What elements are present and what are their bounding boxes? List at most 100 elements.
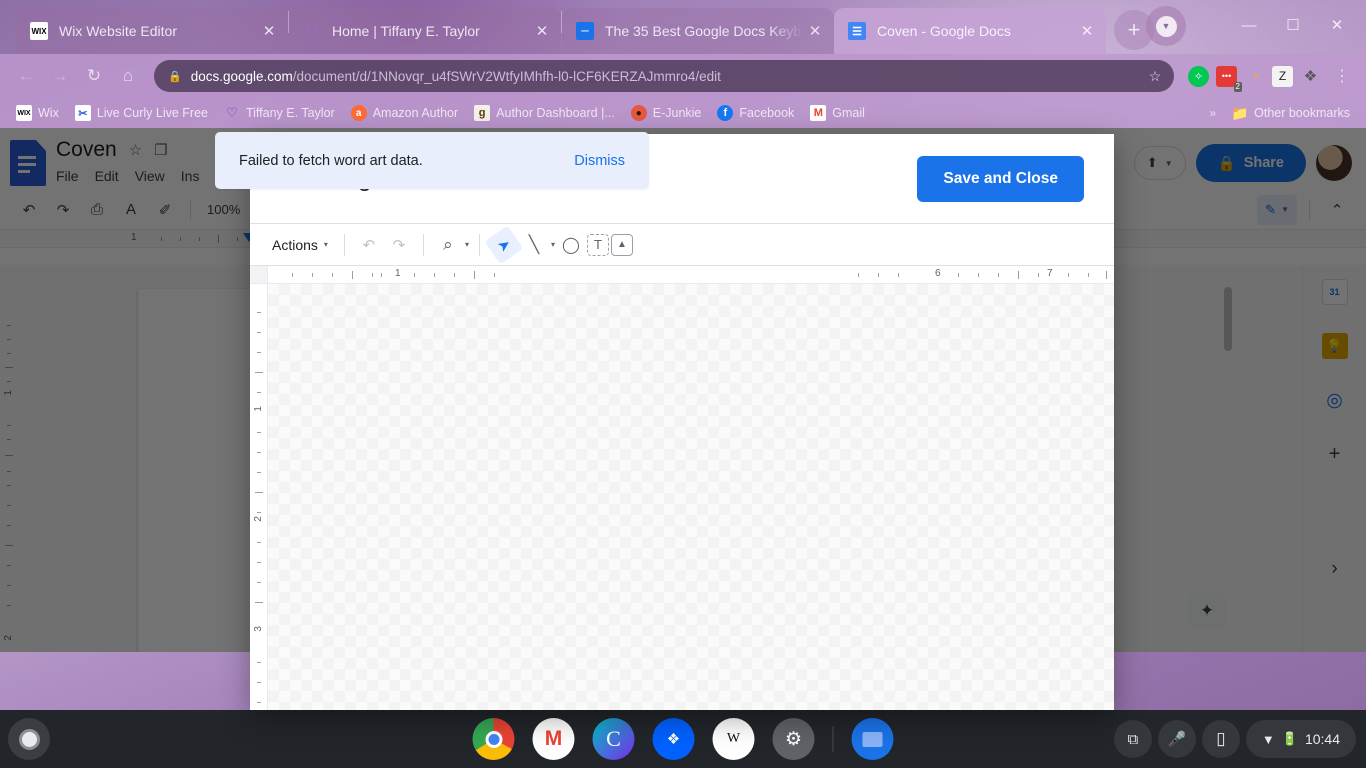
bookmarks-bar: WIX Wix ✂ Live Curly Live Free ♡ Tiffany…: [0, 98, 1366, 128]
wix-icon: WIX: [30, 22, 48, 40]
url-text: docs.google.com/document/d/1NNovqr_u4fSW…: [191, 69, 1142, 84]
dismiss-button[interactable]: Dismiss: [574, 153, 625, 169]
launcher-icon[interactable]: [8, 718, 50, 760]
line-tool-icon[interactable]: ╲: [520, 231, 548, 259]
zoom-chevron-down-icon[interactable]: ▾: [465, 240, 469, 249]
drawing-dialog: Drawing Save and Close Actions ▾ ↶ ↷ ⌕ ▾…: [250, 134, 1114, 710]
save-and-close-button[interactable]: Save and Close: [917, 155, 1084, 202]
zotero-extension-icon[interactable]: Z: [1272, 65, 1293, 87]
ruler-number: 2: [253, 516, 264, 522]
bookmark-other-bookmarks[interactable]: 📁 Other bookmarks: [1224, 102, 1358, 124]
chat-extension-icon[interactable]: ••• 2: [1216, 65, 1242, 92]
bookmarks-overflow-icon[interactable]: »: [1205, 106, 1220, 120]
gmail-app-icon[interactable]: M: [532, 718, 575, 760]
select-tool-icon[interactable]: ➤: [484, 225, 524, 264]
bookmark-label: Facebook: [739, 106, 795, 120]
bookmark-gmail[interactable]: M Gmail: [802, 102, 873, 124]
clock-time: 10:44: [1304, 731, 1340, 747]
close-icon[interactable]: ✕: [258, 20, 280, 42]
chrome-app-icon[interactable]: [472, 718, 515, 760]
settings-app-icon[interactable]: ⚙: [772, 718, 815, 760]
bookmark-label: Other bookmarks: [1254, 106, 1350, 120]
bookmark-live-curly-live-free[interactable]: ✂ Live Curly Live Free: [67, 102, 216, 124]
bookmark-e-junkie[interactable]: ● E-Junkie: [623, 102, 710, 124]
ruler-number: 7: [1047, 268, 1053, 279]
redo-icon[interactable]: ↷: [385, 231, 413, 259]
phone-hub-icon[interactable]: ▯: [1201, 720, 1240, 758]
browser-tab-wix[interactable]: WIX Wix Website Editor ✕: [16, 8, 288, 54]
bookmark-label: Gmail: [832, 106, 865, 120]
launcher-ring: [18, 728, 40, 750]
address-bar[interactable]: 🔒 docs.google.com/document/d/1NNovqr_u4f…: [154, 60, 1174, 92]
files-app-icon[interactable]: [851, 718, 894, 760]
toast-message: Failed to fetch word art data.: [239, 152, 423, 169]
bookmark-wix[interactable]: WIX Wix: [8, 102, 67, 124]
system-tray[interactable]: ▼ 🔋 10:44: [1245, 720, 1356, 758]
bookmark-label: E-Junkie: [652, 106, 702, 120]
close-window-button[interactable]: ✕: [1316, 8, 1358, 42]
reload-icon[interactable]: ↻: [78, 60, 110, 92]
tab-title: Wix Website Editor: [59, 23, 177, 39]
home-icon[interactable]: ⌂: [112, 60, 144, 92]
shape-tool-icon[interactable]: ◯: [557, 231, 585, 259]
rss-extension-icon[interactable]: ◔: [1244, 66, 1265, 87]
gmail-icon: M: [810, 105, 827, 121]
tab-strip: WIX Wix Website Editor ✕ ♡ Home | Tiffan…: [0, 0, 1366, 54]
dropbox-app-icon[interactable]: ❖: [652, 718, 695, 760]
wix-icon: WIX: [16, 105, 32, 121]
bookmark-label: Amazon Author: [372, 106, 459, 120]
zoom-icon[interactable]: ⌕: [434, 231, 462, 259]
browser-tab-coven-google-docs[interactable]: ☰ Coven - Google Docs ✕: [834, 8, 1106, 54]
back-icon[interactable]: ←: [10, 60, 42, 92]
ruler-number: 3: [253, 626, 264, 632]
drawing-vertical-ruler[interactable]: 1 2 3: [250, 284, 268, 710]
drawing-canvas[interactable]: [268, 284, 1114, 710]
shield-extension-icon[interactable]: ✧: [1188, 65, 1209, 87]
extensions-area: ✧ ••• 2 ◔ Z ❖ ⋮: [1184, 65, 1356, 92]
scissors-icon: ✂: [74, 105, 91, 121]
drawing-horizontal-ruler[interactable]: 1 6 7: [250, 266, 1114, 284]
puzzle-extensions-icon[interactable]: ❖: [1300, 66, 1321, 87]
wikipedia-app-icon[interactable]: W: [712, 718, 755, 760]
minimize-button[interactable]: —: [1228, 8, 1270, 42]
actions-menu-button[interactable]: Actions ▾: [266, 233, 334, 257]
url-host: docs.google.com: [190, 68, 293, 84]
facebook-icon: f: [717, 105, 734, 121]
line-chevron-down-icon[interactable]: ▾: [551, 240, 555, 249]
browser-tab-tiffany-home[interactable]: ♡ Home | Tiffany E. Taylor ✕: [289, 8, 561, 54]
canva-app-icon[interactable]: C: [592, 718, 635, 760]
ruler-number: 1: [253, 406, 264, 412]
undo-icon[interactable]: ↶: [355, 231, 383, 259]
bookmarks-overflow-area: » 📁 Other bookmarks: [1205, 102, 1358, 124]
folder-icon: 📁: [1232, 105, 1249, 121]
close-icon[interactable]: ✕: [804, 20, 826, 42]
close-icon[interactable]: ✕: [531, 20, 553, 42]
text-box-tool-icon[interactable]: T: [586, 233, 609, 256]
chrome-menu-icon[interactable]: ⋮: [1328, 66, 1356, 86]
bookmark-tiffany-e-taylor[interactable]: ♡ Tiffany E. Taylor: [216, 102, 343, 124]
heart-icon: ♡: [226, 105, 238, 120]
tab-title: Home | Tiffany E. Taylor: [332, 23, 480, 39]
bookmark-label: Live Curly Live Free: [96, 106, 208, 120]
navigation-toolbar: ← → ↻ ⌂ 🔒 docs.google.com/document/d/1NN…: [0, 54, 1366, 98]
forward-icon[interactable]: →: [44, 60, 76, 92]
tab-title: The 35 Best Google Docs Keyb: [605, 23, 802, 39]
screen-capture-icon[interactable]: ⧉: [1113, 720, 1152, 758]
bookmark-amazon-author[interactable]: a Amazon Author: [343, 102, 466, 124]
profile-avatar-button[interactable]: ▼: [1146, 6, 1186, 46]
shelf-app-list: M C ❖ W ⚙: [472, 718, 894, 760]
ruler-scale: 1 6 7: [268, 266, 1114, 283]
maximize-button[interactable]: ☐: [1272, 8, 1314, 42]
toolbar-divider: [422, 233, 424, 256]
microphone-icon[interactable]: 🎤: [1157, 720, 1196, 758]
bookmark-facebook[interactable]: f Facebook: [709, 102, 802, 124]
drawing-canvas-area: 1 6 7 1 2 3: [250, 266, 1114, 710]
toast-notification: Failed to fetch word art data. Dismiss: [215, 132, 649, 189]
toolbar-divider: [343, 233, 345, 256]
bookmark-author-dashboard[interactable]: g Author Dashboard |...: [466, 102, 623, 124]
browser-tab-docs-shortcuts[interactable]: ━━ The 35 Best Google Docs Keyb ✕: [562, 8, 834, 54]
image-tool-icon[interactable]: ▲: [610, 233, 633, 256]
close-icon[interactable]: ✕: [1076, 20, 1098, 42]
bookmark-star-icon[interactable]: ☆: [1142, 63, 1168, 89]
tab-title: Coven - Google Docs: [877, 23, 1011, 39]
